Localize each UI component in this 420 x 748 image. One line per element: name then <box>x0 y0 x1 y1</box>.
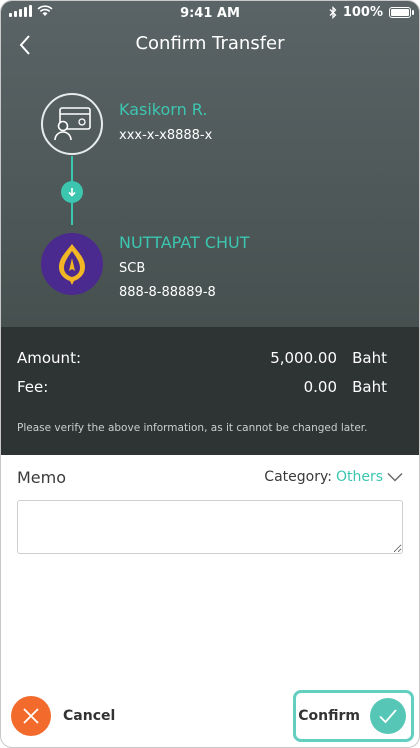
connector-line-bottom <box>71 203 73 225</box>
transfer-summary: Amount: 5,000.00 Baht Fee: 0.00 Baht Ple… <box>1 327 419 455</box>
navigation-bar: Confirm Transfer <box>1 27 419 63</box>
checkmark-icon <box>370 698 406 734</box>
battery-icon <box>389 7 414 18</box>
fee-label: Fee: <box>17 378 49 396</box>
arrow-down-icon <box>61 181 83 203</box>
verify-note: Please verify the above information, as … <box>17 422 368 434</box>
amount-row: Amount: 5,000.00 Baht <box>17 349 387 369</box>
amount-label: Amount: <box>17 349 81 367</box>
memo-label: Memo <box>17 468 67 487</box>
battery-percent: 100% <box>342 5 383 20</box>
to-account-number: 888-8-88889-8 <box>119 285 216 300</box>
category-label: Category: <box>264 469 332 485</box>
to-account-name: NUTTAPAT CHUT <box>119 233 250 252</box>
scb-bank-logo-icon <box>41 233 103 295</box>
close-icon <box>11 696 51 736</box>
memo-input[interactable] <box>17 500 403 554</box>
confirm-button[interactable]: Confirm <box>293 690 414 742</box>
fee-row: Fee: 0.00 Baht <box>17 378 387 398</box>
cancel-button[interactable]: Cancel <box>11 696 115 736</box>
bluetooth-icon <box>329 6 337 19</box>
connector-line-top <box>71 156 73 181</box>
from-account-name: Kasikorn R. <box>119 100 208 119</box>
chevron-down-icon <box>387 472 403 482</box>
category-selector[interactable]: Category: Others <box>264 469 403 485</box>
page-title: Confirm Transfer <box>135 33 285 54</box>
amount-unit: Baht <box>352 349 387 367</box>
transfer-header-panel: 9:41 AM 100% Confirm Transfer Kasikorn R… <box>1 1 419 327</box>
from-account-number: xxx-x-x8888-x <box>119 128 213 143</box>
amount-value: 5,000.00 <box>270 349 337 367</box>
to-bank-name: SCB <box>119 261 146 276</box>
status-bar: 9:41 AM 100% <box>1 1 419 27</box>
fee-value: 0.00 <box>303 378 337 396</box>
cancel-label: Cancel <box>63 708 116 724</box>
phone-frame: 9:41 AM 100% Confirm Transfer Kasikorn R… <box>0 0 420 748</box>
confirm-label: Confirm <box>298 708 360 724</box>
account-card-icon <box>41 93 103 155</box>
category-value: Others <box>335 469 383 485</box>
fee-unit: Baht <box>352 378 387 396</box>
